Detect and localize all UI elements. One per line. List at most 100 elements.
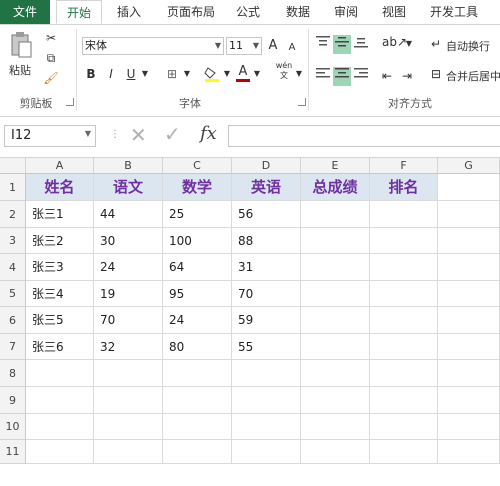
empty-cell[interactable] <box>438 254 500 281</box>
column-header-c[interactable]: C <box>163 158 232 174</box>
cut-icon[interactable]: ✂ <box>42 29 60 47</box>
orientation-icon[interactable]: ab↗ <box>382 33 407 51</box>
empty-cell[interactable] <box>163 387 232 414</box>
empty-cell[interactable] <box>94 360 163 387</box>
align-right-icon[interactable] <box>352 67 370 86</box>
merge-center-icon[interactable]: ⊟ <box>428 65 444 83</box>
row-header[interactable]: 7 <box>0 334 26 360</box>
table-cell[interactable]: 59 <box>232 307 301 334</box>
table-cell[interactable] <box>370 254 438 281</box>
table-cell[interactable]: 张三1 <box>26 201 94 228</box>
table-cell[interactable]: 24 <box>94 254 163 281</box>
empty-cell[interactable] <box>26 387 94 414</box>
empty-cell[interactable] <box>438 360 500 387</box>
select-all-corner[interactable] <box>0 158 26 174</box>
table-cell[interactable] <box>370 228 438 254</box>
table-cell[interactable] <box>301 334 370 360</box>
insert-function-icon[interactable]: fx <box>200 123 217 144</box>
empty-cell[interactable] <box>438 307 500 334</box>
bold-button[interactable]: B <box>84 65 98 83</box>
merge-center-label[interactable]: 合并后居中 <box>446 68 500 84</box>
phonetic-guide-icon[interactable]: wén 文 <box>274 61 294 81</box>
formula-input[interactable] <box>228 125 500 147</box>
empty-cell[interactable] <box>438 281 500 307</box>
table-cell[interactable]: 25 <box>163 201 232 228</box>
align-center-icon[interactable] <box>333 67 351 86</box>
empty-cell[interactable] <box>163 440 232 464</box>
empty-cell[interactable] <box>26 414 94 440</box>
font-size-combo[interactable]: 11 ▼ <box>226 37 262 55</box>
fill-color-icon[interactable] <box>204 65 220 88</box>
empty-cell[interactable] <box>370 414 438 440</box>
empty-cell[interactable] <box>232 387 301 414</box>
empty-cell[interactable] <box>438 174 500 201</box>
italic-button[interactable]: I <box>104 65 118 83</box>
chevron-down-icon[interactable]: ▼ <box>140 65 150 83</box>
table-cell[interactable] <box>301 307 370 334</box>
tab-view[interactable]: 视图 <box>374 0 414 24</box>
empty-cell[interactable] <box>26 360 94 387</box>
column-header-d[interactable]: D <box>232 158 301 174</box>
empty-cell[interactable] <box>370 440 438 464</box>
table-cell[interactable]: 张三2 <box>26 228 94 254</box>
empty-cell[interactable] <box>301 360 370 387</box>
clipboard-launcher-icon[interactable] <box>66 98 74 106</box>
name-box[interactable]: I12 ▼ <box>4 125 96 147</box>
paste-button-label[interactable]: 粘贴 <box>9 62 31 78</box>
row-header[interactable]: 5 <box>0 281 26 307</box>
tab-insert[interactable]: 插入 <box>108 0 150 24</box>
empty-cell[interactable] <box>370 387 438 414</box>
empty-cell[interactable] <box>94 387 163 414</box>
empty-cell[interactable] <box>438 414 500 440</box>
table-cell[interactable]: 24 <box>163 307 232 334</box>
table-cell[interactable] <box>301 228 370 254</box>
empty-cell[interactable] <box>232 360 301 387</box>
table-cell[interactable] <box>370 201 438 228</box>
align-left-icon[interactable] <box>314 67 332 86</box>
table-cell[interactable]: 70 <box>232 281 301 307</box>
table-cell[interactable]: 56 <box>232 201 301 228</box>
column-header-e[interactable]: E <box>301 158 370 174</box>
shrink-font-icon[interactable]: A <box>286 39 298 57</box>
table-cell[interactable] <box>370 307 438 334</box>
table-cell[interactable]: 88 <box>232 228 301 254</box>
paste-icon[interactable] <box>8 31 34 59</box>
table-cell[interactable] <box>370 281 438 307</box>
align-bottom-icon[interactable] <box>352 35 370 54</box>
row-header[interactable]: 9 <box>0 387 26 414</box>
table-cell[interactable]: 31 <box>232 254 301 281</box>
empty-cell[interactable] <box>301 440 370 464</box>
table-cell[interactable]: 张三6 <box>26 334 94 360</box>
empty-cell[interactable] <box>232 414 301 440</box>
empty-cell[interactable] <box>232 440 301 464</box>
column-header-a[interactable]: A <box>26 158 94 174</box>
table-header-cell[interactable]: 排名 <box>370 174 438 201</box>
align-top-icon[interactable] <box>314 35 332 54</box>
empty-cell[interactable] <box>94 414 163 440</box>
row-header[interactable]: 2 <box>0 201 26 228</box>
border-icon[interactable]: ⊞ <box>164 65 180 83</box>
table-cell[interactable] <box>370 334 438 360</box>
empty-cell[interactable] <box>438 228 500 254</box>
row-header[interactable]: 10 <box>0 414 26 440</box>
empty-cell[interactable] <box>301 387 370 414</box>
cancel-icon[interactable]: ✕ <box>130 123 147 147</box>
table-cell[interactable]: 55 <box>232 334 301 360</box>
tab-review[interactable]: 审阅 <box>326 0 366 24</box>
table-header-cell[interactable]: 总成绩 <box>301 174 370 201</box>
row-header[interactable]: 4 <box>0 254 26 281</box>
table-header-cell[interactable]: 姓名 <box>26 174 94 201</box>
increase-indent-icon[interactable]: ⇥ <box>398 67 416 85</box>
tab-home[interactable]: 开始 <box>56 0 102 24</box>
row-header[interactable]: 8 <box>0 360 26 387</box>
grow-font-icon[interactable]: A <box>266 37 280 55</box>
enter-icon[interactable]: ✓ <box>164 122 181 146</box>
empty-cell[interactable] <box>438 440 500 464</box>
tab-data[interactable]: 数据 <box>278 0 318 24</box>
table-cell[interactable]: 张三4 <box>26 281 94 307</box>
table-cell[interactable]: 张三5 <box>26 307 94 334</box>
table-cell[interactable]: 32 <box>94 334 163 360</box>
table-cell[interactable]: 44 <box>94 201 163 228</box>
row-header[interactable]: 1 <box>0 174 26 201</box>
table-cell[interactable] <box>301 281 370 307</box>
